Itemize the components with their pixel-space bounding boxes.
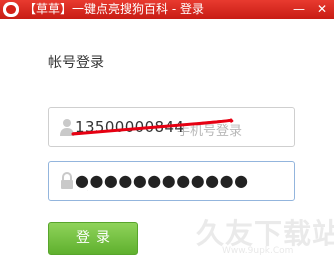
redaction-strike [71, 118, 234, 136]
lock-icon [61, 172, 73, 189]
close-button[interactable]: ✕ [312, 0, 332, 19]
app-logo-icon [3, 2, 19, 17]
minimize-button[interactable]: — [290, 0, 308, 19]
title-bar: 【草草】一键点亮搜狗百科 - 登录 — ✕ [0, 0, 334, 19]
watermark-url: Www.9upk.Com [222, 246, 294, 256]
login-heading: 帐号登录 [48, 55, 104, 71]
window-title: 【草草】一键点亮搜狗百科 - 登录 [24, 2, 204, 16]
account-field[interactable]: 手机号登录 13500000844 [48, 107, 295, 147]
password-field[interactable]: 密码 ●●●●●●●●●●●● [48, 161, 295, 201]
login-button[interactable]: 登录 [48, 222, 138, 255]
watermark: 久友下载站 Www.9upk.Com [196, 210, 334, 262]
password-value: ●●●●●●●●●●●● [75, 171, 249, 190]
